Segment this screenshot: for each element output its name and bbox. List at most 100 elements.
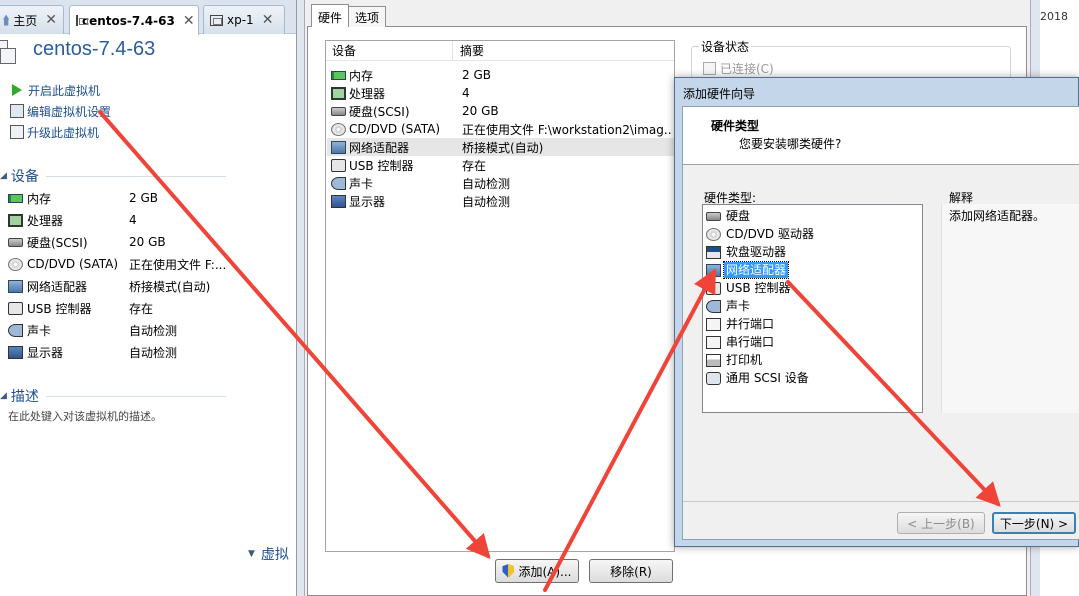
devices-heading[interactable]: ◢ 设备 (0, 166, 39, 186)
tab-xp[interactable]: xp-1 ✕ (203, 5, 285, 34)
column-header-device[interactable]: 设备 (326, 41, 453, 60)
hardware-type-item[interactable]: 硬盘 (706, 207, 752, 225)
vm-title: centos-7.4-63 (33, 38, 156, 60)
divider (46, 176, 226, 177)
printer-icon (706, 353, 721, 367)
parallel-port-icon (706, 317, 721, 331)
hardware-type-item[interactable]: 软盘驱动器 (706, 243, 788, 261)
vm-large-icon (0, 38, 22, 66)
device-value: 存在 (129, 301, 154, 316)
device-value: 4 (129, 213, 137, 227)
column-header-summary[interactable]: 摘要 (453, 42, 484, 59)
vm-header: centos-7.4-63 (0, 36, 300, 68)
device-value: 正在使用文件 F:... (129, 257, 227, 272)
collapse-triangle-icon: ◢ (0, 171, 7, 181)
add-hardware-button[interactable]: 添加(A)... (495, 559, 579, 583)
button-label: < 上一步(B) (907, 516, 975, 531)
close-icon[interactable]: ✕ (262, 12, 274, 28)
hardware-name: 内存 (349, 68, 374, 83)
hardware-row[interactable]: 处理器 4 (327, 84, 675, 102)
device-row[interactable]: 显示器 自动检测 (8, 342, 228, 362)
usb-icon (706, 281, 721, 295)
vm-details-heading[interactable]: ▼ 虚拟 (248, 544, 289, 564)
hardware-name: 声卡 (349, 176, 374, 191)
tab-centos[interactable]: centos-7.4-63 ✕ (69, 5, 199, 35)
next-button[interactable]: 下一步(N) > (992, 512, 1076, 534)
hardware-type-item[interactable]: USB 控制器 (706, 279, 792, 297)
action-label: 开启此虚拟机 (28, 83, 101, 98)
collapse-triangle-icon: ◢ (0, 391, 7, 401)
hardware-name: 网络适配器 (349, 140, 410, 155)
hardware-type-item[interactable]: 网络适配器 (706, 261, 790, 279)
button-label: 移除(R) (610, 564, 652, 579)
tab-home[interactable]: 主页 ✕ (0, 5, 64, 34)
description-heading[interactable]: ◢ 描述 (0, 386, 39, 406)
hardware-type-item[interactable]: CD/DVD 驱动器 (706, 225, 816, 243)
hardware-type-name: 并行端口 (726, 317, 775, 331)
upgrade-icon (10, 125, 24, 139)
hardware-type-list: 硬盘 CD/DVD 驱动器 软盘驱动器网络适配器 USB 控制器 声卡并行端口串行端口打… (702, 204, 923, 413)
wizard-header: 硬件类型 您要安装哪类硬件? (683, 107, 1079, 165)
device-row[interactable]: 硬盘(SCSI) 20 GB (8, 232, 228, 252)
explanation-label: 解释 (949, 191, 974, 205)
tab-hardware[interactable]: 硬件 (311, 4, 350, 27)
device-row[interactable]: 处理器 4 (8, 210, 228, 230)
connected-checkbox[interactable]: 已连接(C) (703, 60, 774, 77)
remove-hardware-button[interactable]: 移除(R) (589, 559, 673, 583)
hardware-row[interactable]: 网络适配器 桥接模式(自动) (327, 138, 675, 156)
hardware-type-name: CD/DVD 驱动器 (726, 227, 814, 241)
hardware-row[interactable]: 硬盘(SCSI) 20 GB (327, 102, 675, 120)
tab-label: centos-7.4-63 (82, 13, 175, 28)
hardware-summary: 自动检测 (462, 176, 511, 191)
floppy-icon (706, 245, 721, 259)
close-icon[interactable]: ✕ (45, 12, 57, 28)
device-value: 2 GB (129, 191, 158, 205)
sound-icon (8, 323, 23, 337)
serial-port-icon (706, 335, 721, 349)
hardware-type-item[interactable]: 声卡 (706, 297, 752, 315)
back-button[interactable]: < 上一步(B) (897, 512, 985, 534)
hardware-summary: 正在使用文件 F:\workstation2\imag... (462, 122, 672, 137)
description-placeholder[interactable]: 在此处键入对该虚拟机的描述。 (8, 408, 162, 424)
wizard-header-subtitle: 您要安装哪类硬件? (739, 137, 842, 151)
sound-icon (331, 176, 346, 190)
wizard-header-title: 硬件类型 (711, 119, 760, 133)
device-row[interactable]: 内存 2 GB (8, 188, 228, 208)
list-header: 设备 摘要 (326, 41, 674, 61)
device-value: 自动检测 (129, 323, 178, 338)
sound-icon (706, 299, 721, 313)
usb-icon (331, 158, 346, 172)
device-name: 硬盘(SCSI) (27, 235, 88, 250)
device-name: USB 控制器 (27, 301, 92, 316)
action-label: 编辑虚拟机设置 (27, 104, 112, 119)
add-hardware-wizard: 添加硬件向导 硬件类型 您要安装哪类硬件? 硬件类型: 硬盘 CD/DVD 驱动器… (674, 77, 1079, 547)
hardware-row[interactable]: 内存 2 GB (327, 66, 675, 84)
upgrade-vm-link[interactable]: 升级此虚拟机 (10, 123, 99, 141)
device-status-label: 设备状态 (699, 38, 752, 55)
hardware-row[interactable]: CD/DVD (SATA) 正在使用文件 F:\workstation2\imag… (327, 120, 675, 138)
device-name: 显示器 (27, 345, 64, 360)
device-name: 处理器 (27, 213, 64, 228)
hardware-type-item[interactable]: 并行端口 (706, 315, 776, 333)
hardware-type-name: 打印机 (726, 353, 763, 367)
harddisk-icon (706, 211, 721, 221)
hardware-type-name: 软盘驱动器 (726, 245, 787, 259)
device-row[interactable]: CD/DVD (SATA) 正在使用文件 F:... (8, 254, 228, 274)
hardware-row[interactable]: 声卡 自动检测 (327, 174, 675, 192)
edit-vm-settings-link[interactable]: 编辑虚拟机设置 (10, 102, 111, 120)
hardware-row[interactable]: 显示器 自动检测 (327, 192, 675, 210)
cd-icon (706, 227, 721, 241)
device-row[interactable]: USB 控制器 存在 (8, 298, 228, 318)
hardware-type-item[interactable]: 通用 SCSI 设备 (706, 369, 811, 387)
hardware-type-item[interactable]: 串行端口 (706, 333, 776, 351)
tab-options[interactable]: 选项 (348, 6, 387, 27)
wizard-title: 添加硬件向导 (683, 87, 756, 101)
close-icon[interactable]: ✕ (183, 13, 195, 29)
device-row[interactable]: 声卡 自动检测 (8, 320, 228, 340)
hardware-type-item[interactable]: 打印机 (706, 351, 764, 369)
power-on-link[interactable]: 开启此虚拟机 (10, 81, 100, 99)
harddisk-icon (8, 237, 23, 247)
device-row[interactable]: 网络适配器 桥接模式(自动) (8, 276, 228, 296)
usb-icon (8, 301, 23, 315)
hardware-row[interactable]: USB 控制器 存在 (327, 156, 675, 174)
